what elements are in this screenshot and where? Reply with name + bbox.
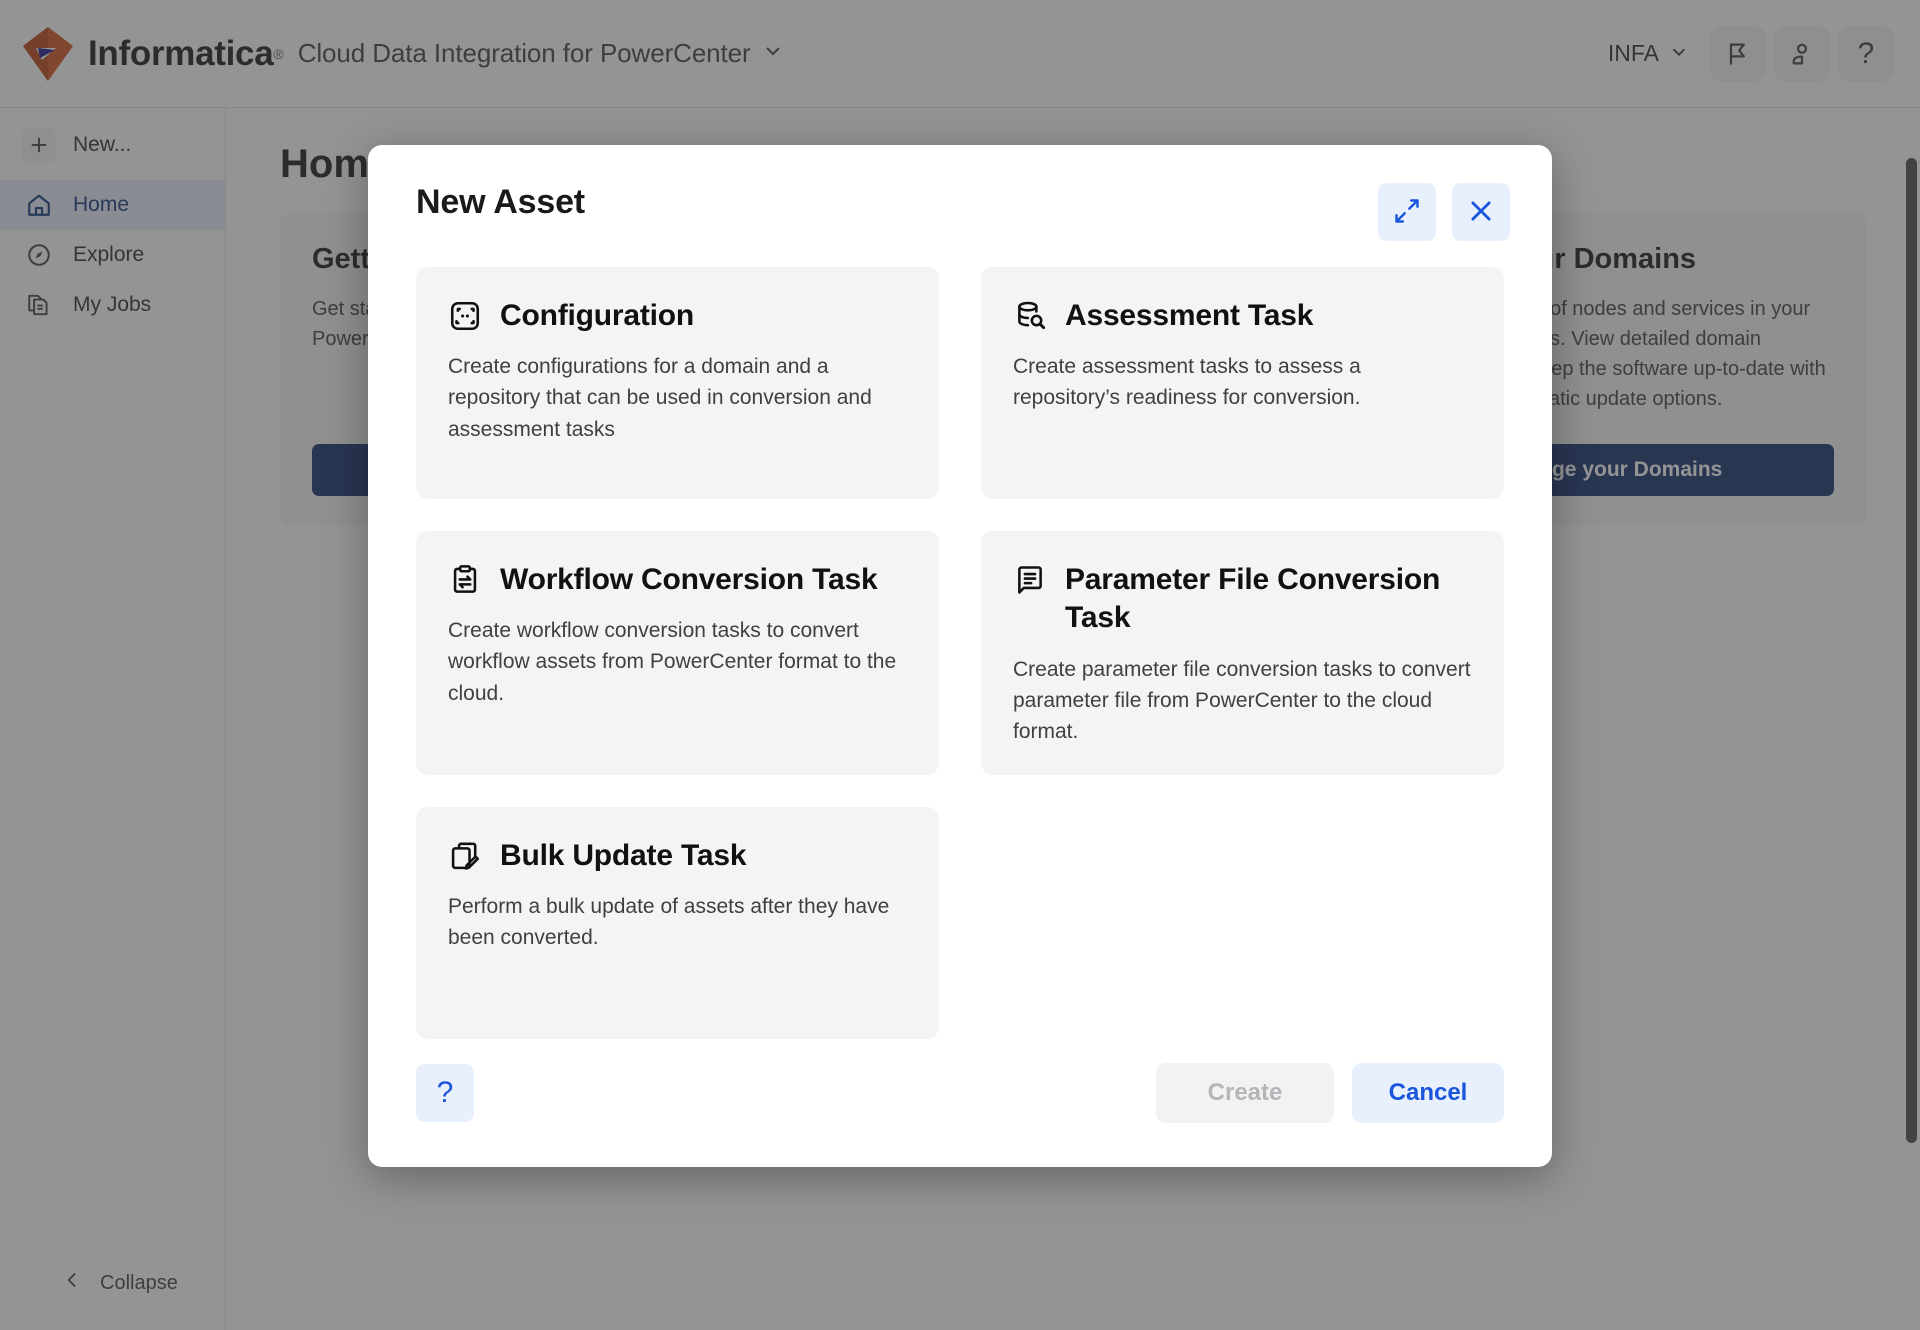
app-root: Informatica ® Cloud Data Integration for… [0,0,1920,1330]
parameter-file-icon [1013,563,1047,597]
configuration-icon [448,299,482,333]
asset-type-grid: Configuration Create configurations for … [416,267,1504,1040]
asset-card-title: Bulk Update Task [500,839,747,873]
asset-card-header: Workflow Conversion Task [448,561,907,599]
asset-card-header: Parameter File Conversion Task [1013,561,1472,638]
expand-icon [1393,197,1421,228]
dialog-footer: ? Create Cancel [368,1063,1552,1167]
asset-card-bulk-update-task[interactable]: Bulk Update Task Perform a bulk update o… [416,807,939,1040]
asset-card-description: Create workflow conversion tasks to conv… [448,619,897,705]
asset-card-title: Workflow Conversion Task [500,563,878,596]
asset-card-title: Configuration [500,299,695,332]
expand-dialog-button[interactable] [1378,183,1436,241]
asset-card-description: Create assessment tasks to assess a repo… [1013,355,1361,410]
dialog-header-actions [1378,183,1510,241]
asset-card-assessment-task[interactable]: Assessment Task Create assessment tasks … [981,267,1504,499]
dialog-title: New Asset [416,183,585,221]
database-search-icon [1013,299,1047,333]
asset-card-header: Configuration [448,297,907,335]
asset-card-description: Create configurations for a domain and a… [448,355,872,441]
bulk-edit-icon [448,839,482,873]
dialog-help-button[interactable]: ? [416,1064,474,1122]
asset-card-configuration[interactable]: Configuration Create configurations for … [416,267,939,499]
asset-card-title: Parameter File Conversion Task [1065,563,1441,635]
cancel-button[interactable]: Cancel [1352,1063,1504,1123]
dialog-header: New Asset [368,145,1552,241]
asset-card-header: Bulk Update Task [448,837,907,875]
create-button[interactable]: Create [1156,1063,1334,1123]
dialog-footer-actions: Create Cancel [1156,1063,1504,1123]
dialog-body: Configuration Create configurations for … [368,241,1552,1063]
clipboard-transfer-icon [448,563,482,597]
asset-card-parameter-file-conversion-task[interactable]: Parameter File Conversion Task Create pa… [981,531,1504,776]
close-dialog-button[interactable] [1452,183,1510,241]
asset-card-description: Perform a bulk update of assets after th… [448,895,890,950]
asset-card-workflow-conversion-task[interactable]: Workflow Conversion Task Create workflow… [416,531,939,776]
close-icon [1467,197,1495,228]
question-mark-icon: ? [436,1076,454,1109]
new-asset-dialog: New Asset Configuration Create configura… [368,145,1552,1167]
asset-card-description: Create parameter file conversion tasks t… [1013,657,1471,743]
asset-card-title: Assessment Task [1065,299,1314,332]
asset-card-header: Assessment Task [1013,297,1472,335]
